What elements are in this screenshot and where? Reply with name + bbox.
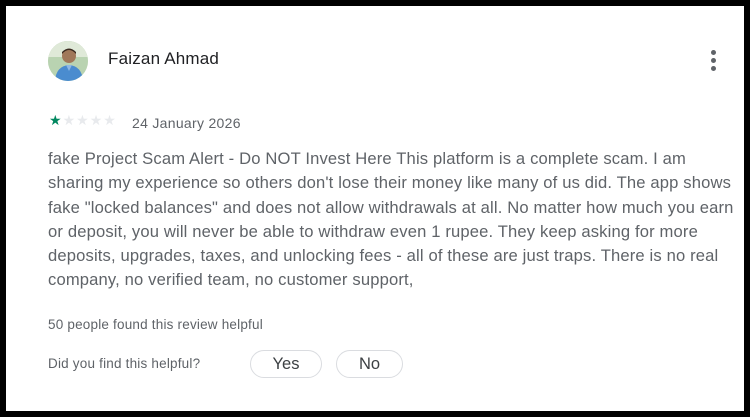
helpful-yes-button[interactable]: Yes xyxy=(250,350,322,378)
avatar xyxy=(48,41,88,81)
star-empty-icon: ★ xyxy=(76,113,89,129)
star-empty-icon: ★ xyxy=(103,113,116,129)
helpful-count: 50 people found this review helpful xyxy=(48,317,263,332)
star-empty-icon: ★ xyxy=(89,113,103,129)
star-filled-icon: ★ xyxy=(49,113,62,129)
more-options-button[interactable] xyxy=(704,46,724,76)
reviewer-name: Faizan Ahmad xyxy=(108,49,220,68)
more-vert-icon xyxy=(711,50,716,55)
review-text: fake Project Scam Alert - Do NOT Invest … xyxy=(48,149,734,290)
star-rating: ★ ★ ★ ★ ★ xyxy=(49,114,116,128)
more-vert-icon-dot xyxy=(711,58,716,63)
star-empty-icon: ★ xyxy=(62,113,76,129)
review-card: Faizan Ahmad ★ ★ ★ ★ ★ 24 January 2026 fake … xyxy=(6,6,744,411)
more-vert-icon-dot xyxy=(711,66,716,71)
review-date: 24 January 2026 xyxy=(132,115,241,131)
helpful-no-button[interactable]: No xyxy=(336,350,403,378)
helpful-question: Did you find this helpful? xyxy=(48,356,201,371)
